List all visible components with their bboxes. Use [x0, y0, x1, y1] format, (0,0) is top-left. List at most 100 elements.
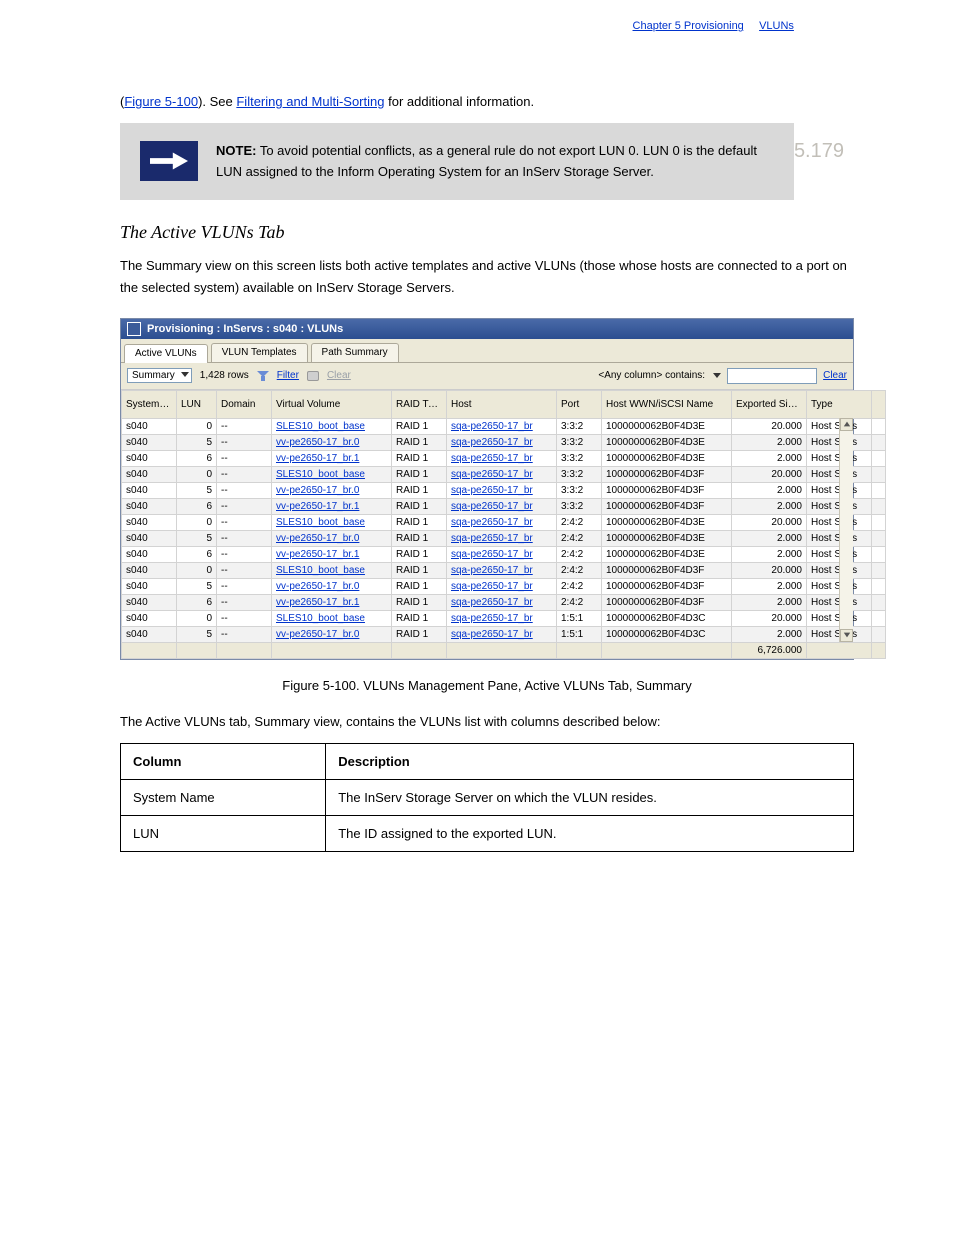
- cell-domain: --: [217, 466, 272, 482]
- figure-link[interactable]: Figure 5-100: [124, 94, 198, 109]
- cell-domain: --: [217, 434, 272, 450]
- col-exported-size[interactable]: Exported Size (GiB): [732, 390, 807, 418]
- cell-size: 2.000: [732, 450, 807, 466]
- cell-wwn: 1000000062B0F4D3E: [602, 450, 732, 466]
- table-row[interactable]: s0400--SLES10_boot_baseRAID 1sqa-pe2650-…: [122, 418, 886, 434]
- cell-wwn: 1000000062B0F4D3F: [602, 466, 732, 482]
- vv-link[interactable]: SLES10_boot_base: [276, 517, 365, 528]
- vv-link[interactable]: vv-pe2650-17_br.1: [276, 453, 359, 464]
- host-link[interactable]: sqa-pe2650-17_br: [451, 565, 533, 576]
- host-link[interactable]: sqa-pe2650-17_br: [451, 453, 533, 464]
- chevron-down-icon[interactable]: [713, 373, 721, 378]
- vv-link[interactable]: vv-pe2650-17_br.0: [276, 629, 359, 640]
- table-row[interactable]: s0400--SLES10_boot_baseRAID 1sqa-pe2650-…: [122, 514, 886, 530]
- col-raid-type[interactable]: RAID Type: [392, 390, 447, 418]
- table-row[interactable]: s0405--vv-pe2650-17_br.0RAID 1sqa-pe2650…: [122, 434, 886, 450]
- cell-host: sqa-pe2650-17_br: [447, 418, 557, 434]
- vv-link[interactable]: vv-pe2650-17_br.1: [276, 597, 359, 608]
- cell-system: s040: [122, 562, 177, 578]
- col-system-name[interactable]: System Name: [122, 390, 177, 418]
- cell-raid: RAID 1: [392, 578, 447, 594]
- table-row[interactable]: s0406--vv-pe2650-17_br.1RAID 1sqa-pe2650…: [122, 450, 886, 466]
- filtering-link[interactable]: Filtering and Multi-Sorting: [236, 94, 384, 109]
- cell-port: 2:4:2: [557, 514, 602, 530]
- search-input[interactable]: [727, 368, 817, 384]
- table-row[interactable]: s0406--vv-pe2650-17_br.1RAID 1sqa-pe2650…: [122, 546, 886, 562]
- desc-row: System NameThe InServ Storage Server on …: [121, 779, 854, 815]
- table-row[interactable]: s0405--vv-pe2650-17_br.0RAID 1sqa-pe2650…: [122, 626, 886, 642]
- col-host[interactable]: Host: [447, 390, 557, 418]
- table-row[interactable]: s0405--vv-pe2650-17_br.0RAID 1sqa-pe2650…: [122, 578, 886, 594]
- host-link[interactable]: sqa-pe2650-17_br: [451, 517, 533, 528]
- cell-lun: 5: [177, 434, 217, 450]
- table-row[interactable]: s0406--vv-pe2650-17_br.1RAID 1sqa-pe2650…: [122, 498, 886, 514]
- col-host-wwn[interactable]: Host WWN/iSCSI Name: [602, 390, 732, 418]
- filter-link[interactable]: Filter: [277, 370, 299, 381]
- cell-raid: RAID 1: [392, 546, 447, 562]
- vv-link[interactable]: SLES10_boot_base: [276, 469, 365, 480]
- host-link[interactable]: sqa-pe2650-17_br: [451, 613, 533, 624]
- host-link[interactable]: sqa-pe2650-17_br: [451, 581, 533, 592]
- cell-raid: RAID 1: [392, 482, 447, 498]
- cell-domain: --: [217, 562, 272, 578]
- row-count: 1,428 rows: [200, 370, 249, 381]
- col-type[interactable]: Type: [807, 390, 872, 418]
- cell-vv: SLES10_boot_base: [272, 514, 392, 530]
- host-link[interactable]: sqa-pe2650-17_br: [451, 469, 533, 480]
- scroll-up-icon[interactable]: [840, 418, 853, 431]
- vv-link[interactable]: vv-pe2650-17_br.1: [276, 501, 359, 512]
- col-virtual-volume[interactable]: Virtual Volume: [272, 390, 392, 418]
- table-row[interactable]: s0400--SLES10_boot_baseRAID 1sqa-pe2650-…: [122, 562, 886, 578]
- cell-host: sqa-pe2650-17_br: [447, 546, 557, 562]
- scroll-down-icon[interactable]: [840, 629, 853, 642]
- cell-port: 3:3:2: [557, 418, 602, 434]
- vv-link[interactable]: vv-pe2650-17_br.1: [276, 549, 359, 560]
- cell-host: sqa-pe2650-17_br: [447, 530, 557, 546]
- clear-search-link[interactable]: Clear: [823, 370, 847, 381]
- host-link[interactable]: sqa-pe2650-17_br: [451, 501, 533, 512]
- table-row[interactable]: s0406--vv-pe2650-17_br.1RAID 1sqa-pe2650…: [122, 594, 886, 610]
- host-link[interactable]: sqa-pe2650-17_br: [451, 421, 533, 432]
- table-row[interactable]: s0400--SLES10_boot_baseRAID 1sqa-pe2650-…: [122, 466, 886, 482]
- col-lun[interactable]: LUN: [177, 390, 217, 418]
- table-header-row: System Name LUN Domain Virtual Volume RA…: [122, 390, 886, 418]
- table-row[interactable]: s0405--vv-pe2650-17_br.0RAID 1sqa-pe2650…: [122, 482, 886, 498]
- crumb-chapter[interactable]: Chapter 5 Provisioning: [633, 20, 744, 32]
- cell-domain: --: [217, 450, 272, 466]
- vv-link[interactable]: vv-pe2650-17_br.0: [276, 437, 359, 448]
- scrollbar[interactable]: [839, 418, 853, 642]
- vv-link[interactable]: vv-pe2650-17_br.0: [276, 533, 359, 544]
- table-row[interactable]: s0405--vv-pe2650-17_br.0RAID 1sqa-pe2650…: [122, 530, 886, 546]
- table-row[interactable]: s0400--SLES10_boot_baseRAID 1sqa-pe2650-…: [122, 610, 886, 626]
- host-link[interactable]: sqa-pe2650-17_br: [451, 629, 533, 640]
- cell-raid: RAID 1: [392, 466, 447, 482]
- vv-link[interactable]: SLES10_boot_base: [276, 421, 365, 432]
- crumb-section[interactable]: VLUNs: [759, 20, 794, 32]
- cell-scrollgap: [872, 578, 886, 594]
- vv-link[interactable]: SLES10_boot_base: [276, 613, 365, 624]
- desc-col: System Name: [121, 779, 326, 815]
- clear-filter-link[interactable]: Clear: [327, 370, 351, 381]
- scroll-track[interactable]: [840, 431, 853, 629]
- host-link[interactable]: sqa-pe2650-17_br: [451, 533, 533, 544]
- host-link[interactable]: sqa-pe2650-17_br: [451, 485, 533, 496]
- col-port[interactable]: Port: [557, 390, 602, 418]
- tab-active-vluns[interactable]: Active VLUNs: [124, 344, 208, 363]
- window-title: Provisioning : InServs : s040 : VLUNs: [147, 323, 343, 335]
- host-link[interactable]: sqa-pe2650-17_br: [451, 549, 533, 560]
- col-domain[interactable]: Domain: [217, 390, 272, 418]
- cell-host: sqa-pe2650-17_br: [447, 498, 557, 514]
- host-link[interactable]: sqa-pe2650-17_br: [451, 597, 533, 608]
- vv-link[interactable]: SLES10_boot_base: [276, 565, 365, 576]
- cell-wwn: 1000000062B0F4D3F: [602, 578, 732, 594]
- host-link[interactable]: sqa-pe2650-17_br: [451, 437, 533, 448]
- cell-scrollgap: [872, 466, 886, 482]
- view-selector[interactable]: Summary: [127, 368, 192, 383]
- tab-vlun-templates[interactable]: VLUN Templates: [211, 343, 308, 362]
- tab-path-summary[interactable]: Path Summary: [311, 343, 399, 362]
- cell-raid: RAID 1: [392, 434, 447, 450]
- vv-link[interactable]: vv-pe2650-17_br.0: [276, 485, 359, 496]
- vluns-window: Provisioning : InServs : s040 : VLUNs Ac…: [120, 318, 854, 660]
- vv-link[interactable]: vv-pe2650-17_br.0: [276, 581, 359, 592]
- cell-port: 3:3:2: [557, 434, 602, 450]
